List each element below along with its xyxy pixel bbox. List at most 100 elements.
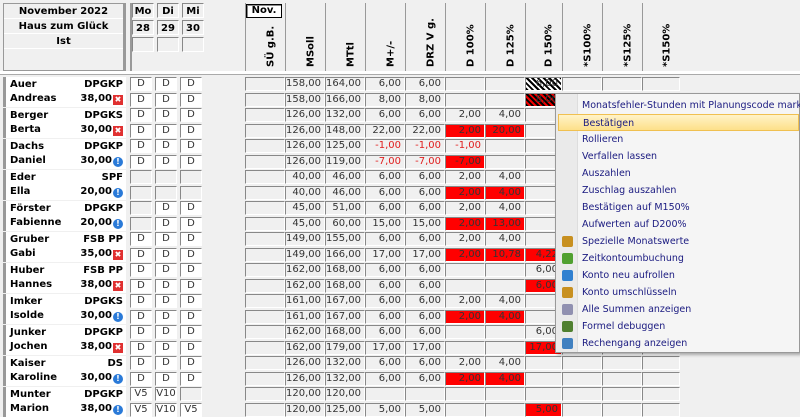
value-cell-sgb[interactable] <box>245 325 285 339</box>
value-cell-m[interactable] <box>365 387 405 401</box>
day-cell[interactable]: D <box>130 232 152 246</box>
value-cell-d100[interactable]: 2,00 <box>445 310 485 324</box>
day-cell[interactable]: D <box>130 372 152 386</box>
value-cell-d100[interactable] <box>445 279 485 293</box>
value-cell-mttl[interactable]: 60,00 <box>325 217 365 231</box>
value-cell-msoll[interactable]: 162,00 <box>285 341 325 355</box>
day-cell[interactable]: D <box>130 77 152 91</box>
day-cell[interactable]: D <box>130 108 152 122</box>
day-cell[interactable]: D <box>180 217 202 231</box>
value-cell-d125[interactable]: 4,00 <box>485 294 525 308</box>
value-cell-s150[interactable] <box>642 77 680 91</box>
error-icon[interactable]: ✖ <box>113 343 123 353</box>
employee-munter[interactable]: MunterDPGKPMarion38,00! <box>3 387 126 417</box>
value-cell-m[interactable]: -1,00 <box>365 139 405 153</box>
day-cell[interactable]: D <box>130 356 152 370</box>
day-cell[interactable]: D <box>130 139 152 153</box>
value-cell-d125[interactable]: 4,00 <box>485 310 525 324</box>
value-cell-drzvg[interactable]: 17,00 <box>405 248 445 262</box>
value-cell-d100[interactable] <box>445 263 485 277</box>
value-cell-mttl[interactable]: 120,00 <box>325 387 365 401</box>
value-cell-d100[interactable]: -7,00 <box>445 155 485 169</box>
value-cell-drzvg[interactable]: 6,00 <box>405 186 445 200</box>
value-cell-msoll[interactable]: 40,00 <box>285 186 325 200</box>
value-cell-m[interactable]: 6,00 <box>365 372 405 386</box>
value-cell-msoll[interactable]: 126,00 <box>285 356 325 370</box>
value-cell-sgb[interactable] <box>245 139 285 153</box>
day-cell[interactable]: D <box>155 310 177 324</box>
day-cell[interactable]: D <box>130 263 152 277</box>
day-cell[interactable] <box>130 170 152 184</box>
value-cell-d100[interactable] <box>445 325 485 339</box>
value-cell-m[interactable]: 17,00 <box>365 341 405 355</box>
day-cell[interactable]: D <box>155 356 177 370</box>
column-header[interactable]: D 150% <box>525 3 562 71</box>
value-cell-d100[interactable] <box>445 387 485 401</box>
value-cell-m[interactable]: 6,00 <box>365 77 405 91</box>
value-cell-s100[interactable] <box>562 403 602 417</box>
value-cell-drzvg[interactable]: 6,00 <box>405 372 445 386</box>
day-cell[interactable]: D <box>155 139 177 153</box>
day-cell[interactable]: D <box>155 263 177 277</box>
day-cell[interactable]: D <box>180 263 202 277</box>
day-cell[interactable]: D <box>180 201 202 215</box>
error-icon[interactable]: ✖ <box>113 126 123 136</box>
value-cell-d150[interactable]: 5,00 <box>525 403 562 417</box>
value-cell-m[interactable]: 8,00 <box>365 93 405 107</box>
day-cell[interactable]: V10 <box>155 387 177 401</box>
value-cell-msoll[interactable]: 120,00 <box>285 403 325 417</box>
value-cell-m[interactable]: 6,00 <box>365 310 405 324</box>
value-cell-msoll[interactable]: 126,00 <box>285 108 325 122</box>
value-cell-d100[interactable]: 2,00 <box>445 372 485 386</box>
day-cell[interactable]: V5 <box>130 387 152 401</box>
value-cell-d100[interactable]: -1,00 <box>445 139 485 153</box>
column-header[interactable]: *S125% <box>602 3 642 71</box>
value-cell-msoll[interactable]: 45,00 <box>285 201 325 215</box>
value-cell-m[interactable]: 22,00 <box>365 124 405 138</box>
day-cell[interactable]: D <box>155 93 177 107</box>
value-cell-d125[interactable]: 4,00 <box>485 232 525 246</box>
day-cell[interactable] <box>130 186 152 200</box>
info-icon[interactable]: ! <box>113 312 123 322</box>
day-cell[interactable]: D <box>180 248 202 262</box>
value-cell-d100[interactable]: 2,00 <box>445 294 485 308</box>
value-cell-d100[interactable] <box>445 341 485 355</box>
value-cell-sgb[interactable] <box>245 341 285 355</box>
day-cell[interactable]: D <box>155 77 177 91</box>
value-cell-d125[interactable]: 4,00 <box>485 372 525 386</box>
day-cell[interactable] <box>180 170 202 184</box>
value-cell-sgb[interactable] <box>245 108 285 122</box>
day-cell[interactable]: D <box>180 310 202 324</box>
value-cell-mttl[interactable]: 155,00 <box>325 232 365 246</box>
value-cell-sgb[interactable] <box>245 217 285 231</box>
value-cell-mttl[interactable]: 179,00 <box>325 341 365 355</box>
value-cell-d125[interactable] <box>485 263 525 277</box>
employee-junker[interactable]: JunkerDPGKPJochen38,00✖ <box>3 325 126 355</box>
employee-berger[interactable]: BergerDPGKSBerta30,00✖ <box>3 108 126 138</box>
value-cell-sgb[interactable] <box>245 186 285 200</box>
employee-gruber[interactable]: GruberFSB PPGabi35,00✖ <box>3 232 126 262</box>
value-cell-sgb[interactable] <box>245 248 285 262</box>
value-cell-d100[interactable] <box>445 77 485 91</box>
menu-item[interactable]: Konto umschlüsseln <box>558 284 799 301</box>
menu-item[interactable]: Rechengang anzeigen <box>558 335 799 352</box>
value-cell-msoll[interactable]: 158,00 <box>285 77 325 91</box>
day-cell[interactable]: D <box>130 279 152 293</box>
value-cell-s150[interactable] <box>642 356 680 370</box>
day-cell[interactable]: D <box>155 124 177 138</box>
day-cell[interactable]: D <box>180 341 202 355</box>
value-cell-mttl[interactable]: 164,00 <box>325 77 365 91</box>
day-cell[interactable] <box>155 186 177 200</box>
value-cell-m[interactable]: 17,00 <box>365 248 405 262</box>
value-cell-m[interactable]: 6,00 <box>365 108 405 122</box>
value-cell-sgb[interactable] <box>245 356 285 370</box>
menu-item[interactable]: Zeitkontoumbuchung <box>558 250 799 267</box>
value-cell-mttl[interactable]: 148,00 <box>325 124 365 138</box>
menu-item[interactable]: Spezielle Monatswerte <box>558 233 799 250</box>
value-cell-d100[interactable]: 2,00 <box>445 217 485 231</box>
value-cell-sgb[interactable] <box>245 263 285 277</box>
day-cell[interactable]: D <box>180 372 202 386</box>
value-cell-drzvg[interactable]: 6,00 <box>405 325 445 339</box>
day-cell[interactable]: D <box>155 232 177 246</box>
value-cell-sgb[interactable] <box>245 77 285 91</box>
